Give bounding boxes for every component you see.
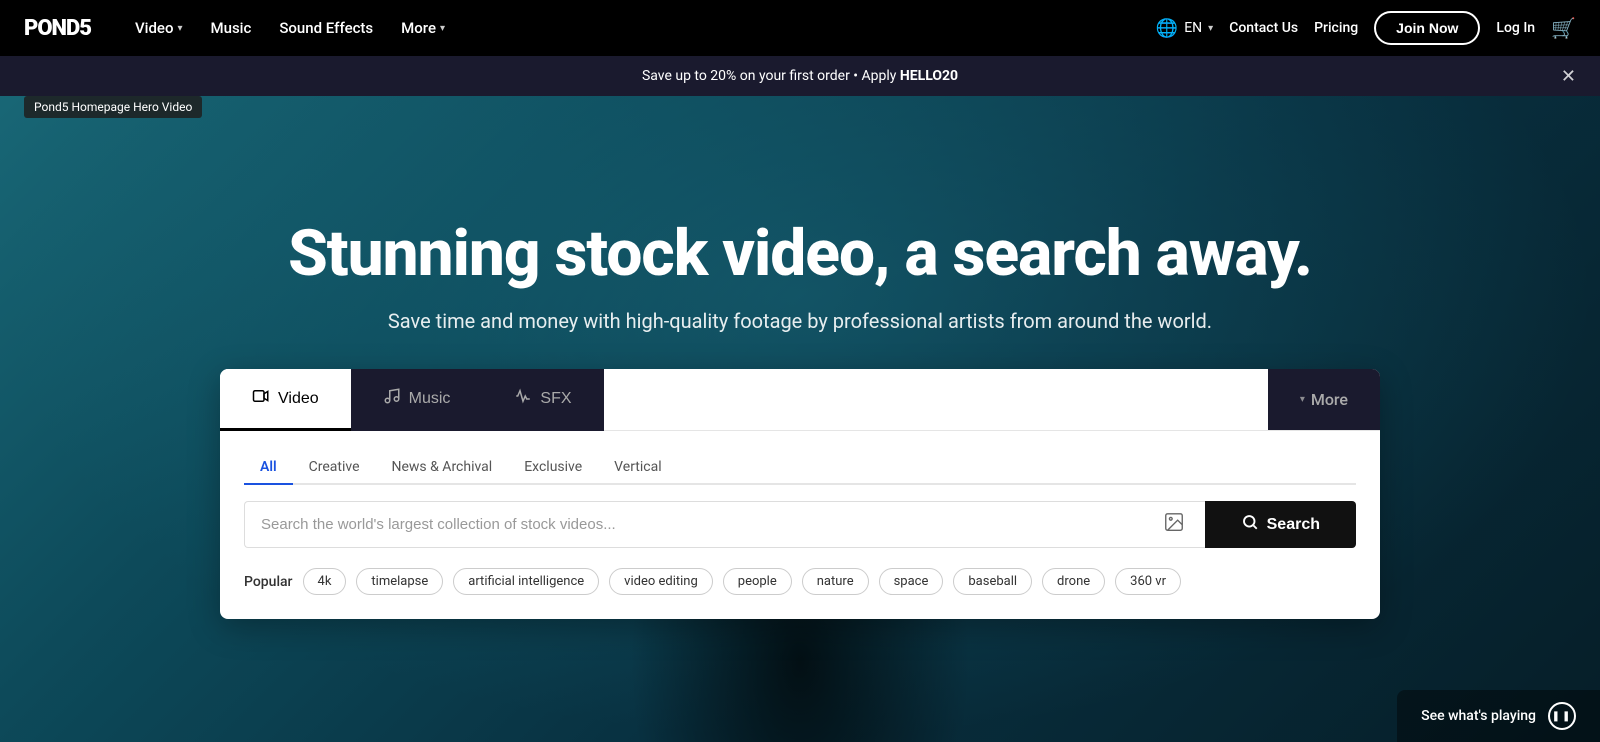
logo[interactable]: POND5 [24, 16, 91, 41]
globe-icon: 🌐 [1156, 18, 1178, 39]
popular-tag-nature[interactable]: nature [802, 568, 869, 595]
image-search-icon[interactable] [1159, 507, 1189, 542]
nav-item-video[interactable]: Video ▾ [123, 11, 195, 45]
search-tabs: Video Music SFX ▾ More [220, 369, 1380, 431]
hero-subtitle: Save time and money with high-quality fo… [0, 309, 1600, 333]
tab-music-label: Music [409, 390, 451, 408]
filter-all[interactable]: All [244, 451, 293, 485]
language-selector[interactable]: 🌐 EN ▾ [1156, 18, 1213, 39]
popular-tag-baseball[interactable]: baseball [953, 568, 1032, 595]
search-button-label: Search [1267, 516, 1320, 534]
filter-tabs: All Creative News & Archival Exclusive V… [244, 451, 1356, 485]
popular-tag-people[interactable]: people [723, 568, 792, 595]
sfx-icon [514, 387, 532, 410]
pricing-link[interactable]: Pricing [1314, 20, 1358, 36]
popular-tag-space[interactable]: space [879, 568, 944, 595]
nav-item-sound-effects[interactable]: Sound Effects [267, 11, 385, 45]
bottom-bar: See what's playing ❚❚ [1397, 690, 1600, 742]
music-icon [383, 387, 401, 410]
navbar-right: 🌐 EN ▾ Contact Us Pricing Join Now Log I… [1156, 11, 1576, 45]
now-playing-label: See what's playing [1421, 708, 1536, 724]
search-button[interactable]: Search [1205, 501, 1356, 548]
filter-creative[interactable]: Creative [293, 451, 376, 485]
search-input-wrap [244, 501, 1205, 548]
tab-music[interactable]: Music [351, 369, 483, 431]
hero-content: Stunning stock video, a search away. Sav… [0, 219, 1600, 619]
popular-tag-video-editing[interactable]: video editing [609, 568, 713, 595]
pause-button[interactable]: ❚❚ [1548, 702, 1576, 730]
pause-icon: ❚❚ [1552, 711, 1573, 722]
popular-row: Popular 4k timelapse artificial intellig… [244, 568, 1356, 595]
cart-icon[interactable]: 🛒 [1551, 16, 1576, 40]
chevron-down-icon: ▾ [1208, 23, 1213, 34]
search-icon [1241, 513, 1259, 536]
popular-label: Popular [244, 574, 293, 590]
nav-item-music[interactable]: Music [199, 11, 264, 45]
nav-item-more[interactable]: More ▾ [389, 11, 457, 45]
contact-us-link[interactable]: Contact Us [1229, 20, 1298, 36]
tab-more[interactable]: ▾ More [1268, 369, 1380, 430]
promo-banner: Save up to 20% on your first order • App… [0, 56, 1600, 96]
popular-tag-drone[interactable]: drone [1042, 568, 1105, 595]
popular-tag-4k[interactable]: 4k [303, 568, 347, 595]
tab-sfx-label: SFX [540, 390, 571, 408]
tab-video-label: Video [278, 390, 319, 408]
filter-vertical[interactable]: Vertical [598, 451, 677, 485]
popular-tag-timelapse[interactable]: timelapse [356, 568, 443, 595]
search-box: Video Music SFX ▾ More [220, 369, 1380, 619]
popular-tag-360vr[interactable]: 360 vr [1115, 568, 1181, 595]
popular-tag-ai[interactable]: artificial intelligence [453, 568, 599, 595]
tab-video[interactable]: Video [220, 369, 351, 431]
filter-exclusive[interactable]: Exclusive [508, 451, 598, 485]
search-input[interactable] [261, 502, 1159, 547]
filter-news-archival[interactable]: News & Archival [376, 451, 509, 485]
login-link[interactable]: Log In [1496, 20, 1535, 36]
search-input-row: Search [244, 501, 1356, 548]
chevron-down-icon: ▾ [177, 23, 182, 34]
navbar: POND5 Video ▾ Music Sound Effects More ▾… [0, 0, 1600, 56]
tab-sfx[interactable]: SFX [482, 369, 603, 431]
promo-text: Save up to 20% on your first order • App… [642, 68, 958, 84]
close-banner-button[interactable]: ✕ [1561, 66, 1576, 87]
chevron-down-icon: ▾ [440, 23, 445, 34]
video-icon [252, 387, 270, 410]
hero-section: Pond5 Homepage Hero Video Stunning stock… [0, 0, 1600, 742]
video-tooltip: Pond5 Homepage Hero Video [24, 96, 202, 118]
chevron-down-icon: ▾ [1300, 394, 1305, 405]
tab-more-label: More [1311, 390, 1348, 409]
join-now-button[interactable]: Join Now [1374, 11, 1480, 45]
search-body: All Creative News & Archival Exclusive V… [220, 431, 1380, 619]
hero-title: Stunning stock video, a search away. [0, 219, 1600, 289]
nav-links: Video ▾ Music Sound Effects More ▾ [123, 11, 1156, 45]
